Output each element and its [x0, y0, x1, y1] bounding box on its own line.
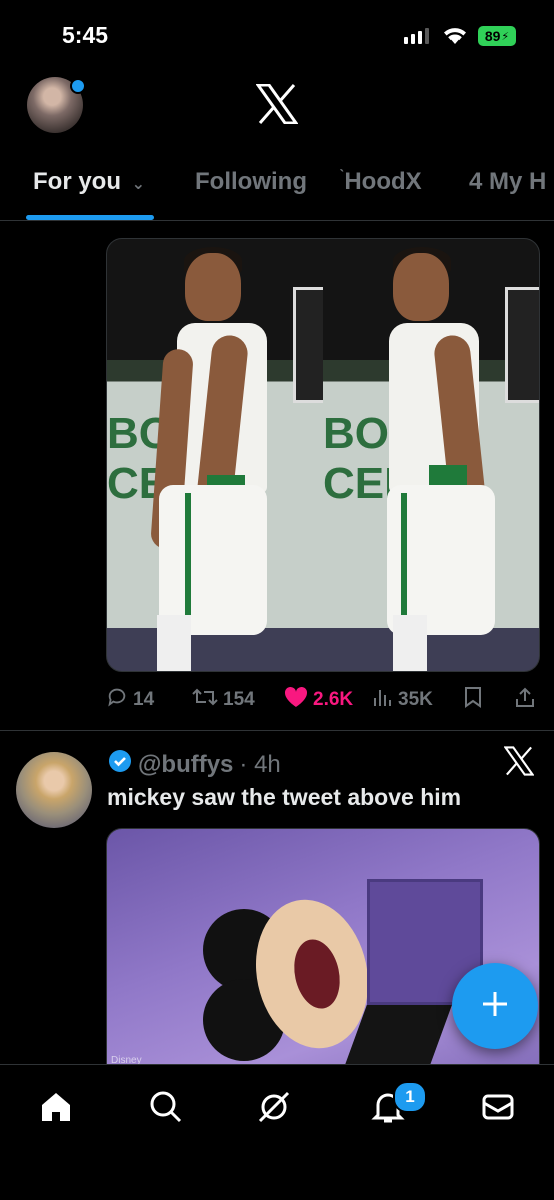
analytics-icon — [373, 686, 393, 714]
tweet-divider — [0, 730, 554, 731]
tweet-actions: 14 154 2.6K 35K — [106, 686, 538, 714]
reply-icon — [106, 686, 128, 714]
share-button[interactable] — [514, 686, 536, 714]
active-tab-indicator — [26, 215, 154, 220]
tab-hoodx-label: HoodX — [344, 168, 422, 195]
tweet-author-row: @buffys · 4h — [108, 749, 281, 780]
compose-button[interactable] — [452, 963, 538, 1049]
tab-hoodx[interactable]: ˋHoodX — [339, 168, 422, 196]
tweet-media-image[interactable]: BOS CEL BOS CEL — [106, 238, 540, 672]
like-count: 2.6K — [313, 689, 354, 710]
reply-button[interactable]: 14 — [106, 686, 154, 714]
notifications-badge: 1 — [393, 1081, 427, 1113]
chevron-down-icon: ⌄ — [131, 176, 146, 193]
bottom-navigation — [0, 1064, 554, 1200]
plus-icon — [480, 989, 510, 1024]
x-logo-icon[interactable] — [503, 746, 535, 781]
share-icon — [514, 686, 536, 714]
backboard — [293, 287, 323, 403]
views-button[interactable]: 35K — [373, 686, 433, 714]
unread-dot — [70, 78, 86, 94]
home-icon[interactable] — [38, 1089, 74, 1130]
backboard — [505, 287, 539, 403]
cellular-signal-icon — [404, 28, 429, 44]
media-right-half: BOS CEL — [323, 239, 539, 671]
wifi-icon — [441, 24, 469, 51]
tweet-text: mickey saw the tweet above him — [107, 784, 462, 810]
tab-following[interactable]: Following — [195, 168, 307, 196]
media-left-half: BOS CEL — [107, 239, 323, 671]
search-icon[interactable] — [148, 1089, 184, 1130]
charging-bolt-icon: ⚡ — [501, 30, 510, 43]
tweet-media-image[interactable]: Disney — [106, 828, 540, 1090]
tab-for-you[interactable]: For you ⌄ — [33, 168, 145, 196]
tab-4-my-h[interactable]: 4 My H — [469, 168, 546, 196]
bookmark-button[interactable] — [464, 686, 482, 714]
x-logo-icon — [255, 83, 299, 129]
verified-badge-icon — [108, 749, 132, 780]
timeline-tabs: For you ⌄ Following ˋHoodX 4 My H — [0, 160, 554, 221]
messages-icon[interactable] — [480, 1089, 516, 1130]
author-handle[interactable]: @buffys — [138, 751, 233, 779]
battery-level: 89 — [484, 28, 501, 44]
view-count: 35K — [398, 689, 433, 710]
battery-indicator: 89 ⚡ — [478, 26, 516, 46]
grok-icon[interactable] — [256, 1089, 292, 1130]
status-time: 5:45 — [62, 22, 109, 48]
author-avatar[interactable] — [16, 752, 92, 828]
repost-count: 154 — [223, 689, 255, 710]
reply-count: 14 — [133, 689, 155, 710]
repost-button[interactable]: 154 — [192, 686, 255, 714]
tab-for-you-label: For you — [33, 168, 121, 195]
bookmark-icon — [464, 686, 482, 714]
tweet-timestamp: · 4h — [239, 750, 281, 778]
like-button[interactable]: 2.6K — [284, 686, 353, 714]
repost-icon — [192, 686, 218, 714]
heart-filled-icon — [284, 686, 308, 714]
